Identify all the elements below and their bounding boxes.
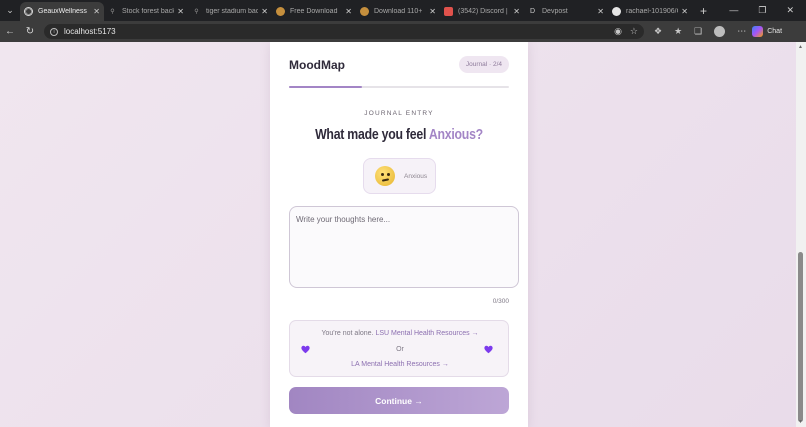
tab-free-download[interactable]: Free Download ✕ (272, 2, 356, 21)
resource-line-la: LA Mental Health Resources → (290, 361, 510, 368)
anxious-face-icon (375, 166, 395, 186)
tab-label: Stock forest backg (122, 8, 175, 15)
close-icon[interactable]: ✕ (681, 7, 688, 16)
back-icon[interactable]: ← (0, 26, 20, 37)
mood-label: Anxious (404, 172, 428, 180)
new-tab-icon[interactable]: + (700, 4, 707, 18)
tab-download-110[interactable]: Download 110+ ✕ (356, 2, 440, 21)
tab-geauxwellness[interactable]: ◯ GeauxWellness ✕ (20, 2, 104, 21)
continue-button[interactable]: Continue → (289, 387, 509, 414)
search-icon: ⚲ (110, 9, 115, 15)
url-text: localhost:5173 (64, 27, 116, 36)
extensions-icon[interactable]: ❖ (654, 26, 662, 37)
globe-icon: ◯ (24, 7, 33, 16)
discord-icon (444, 7, 453, 16)
tab-label: Download 110+ (374, 8, 423, 15)
copilot-icon (752, 26, 764, 37)
search-icon: ⚲ (194, 9, 199, 15)
page-scrollbar[interactable]: ▲ ▼ (796, 42, 806, 427)
close-icon[interactable]: ✕ (429, 7, 436, 16)
tab-discord[interactable]: (3542) Discord | @ ✕ (440, 2, 524, 21)
card-header: MoodMap Journal · 2/4 (289, 56, 509, 73)
close-icon[interactable]: ✕ (345, 7, 352, 16)
close-icon[interactable]: ✕ (177, 7, 184, 16)
close-icon[interactable]: ✕ (513, 7, 520, 16)
omnibox-actions: ◉ ☆ (614, 26, 644, 37)
tab-strip: ⌄ ◯ GeauxWellness ✕ ⚲ Stock forest backg… (0, 0, 806, 21)
tab-label: (3542) Discord | @ (458, 8, 510, 15)
cookie-icon (276, 7, 285, 16)
url-field[interactable]: i localhost:5173 ◉ ☆ (44, 24, 644, 39)
address-bar-row: ← ↻ i localhost:5173 ◉ ☆ ❖ ★ ❏ ⋯ Chat (0, 21, 806, 42)
question-prefix: What made you feel (315, 126, 429, 143)
progress-fill (289, 86, 362, 88)
restore-icon[interactable]: ❐ (758, 5, 766, 16)
selected-mood-chip: Anxious (363, 158, 436, 194)
reload-icon[interactable]: ↻ (20, 26, 40, 37)
minimize-icon[interactable]: — (729, 5, 738, 16)
tab-stock-forest[interactable]: ⚲ Stock forest backg ✕ (104, 2, 188, 21)
scroll-thumb[interactable] (798, 252, 803, 422)
step-badge: Journal · 2/4 (458, 56, 509, 73)
tab-label: GeauxWellness (38, 8, 87, 15)
profile-avatar[interactable] (714, 26, 726, 37)
tab-github[interactable]: rachael-101906/Ge ✕ (608, 2, 692, 21)
close-icon[interactable]: ✕ (93, 7, 100, 16)
tab-label: tiger stadium back (206, 8, 259, 15)
devpost-icon: D (529, 8, 536, 15)
tab-label: Devpost (542, 8, 568, 15)
tab-actions-icon[interactable]: ⌄ (0, 0, 20, 21)
tab-label: Free Download (290, 8, 338, 15)
moodmap-card: MoodMap Journal · 2/4 JOURNAL ENTRY What… (270, 42, 528, 427)
toolbar-icons: ❖ ★ ❏ ⋯ (654, 26, 746, 37)
lsu-resources-link[interactable]: LSU Mental Health Resources → (375, 330, 478, 337)
favorite-star-icon[interactable]: ☆ (630, 26, 638, 37)
window-controls: — ❐ ✕ (729, 5, 806, 16)
tab-label: rachael-101906/Ge (626, 8, 678, 15)
copilot-chat-button[interactable]: Chat (752, 26, 782, 37)
close-icon[interactable]: ✕ (261, 7, 268, 16)
chat-label: Chat (767, 28, 783, 35)
resource-line-lsu: You're not alone. LSU Mental Health Reso… (290, 330, 510, 337)
section-eyebrow: JOURNAL ENTRY (364, 110, 434, 117)
cookie-icon (360, 7, 369, 16)
window-close-icon[interactable]: ✕ (786, 5, 794, 16)
resources-box: You're not alone. LSU Mental Health Reso… (289, 320, 509, 377)
scroll-down-icon[interactable]: ▼ (798, 419, 803, 425)
resource-or: Or (396, 346, 404, 353)
question-mood-accent: Anxious? (428, 126, 483, 143)
character-counter: 0/300 (492, 298, 509, 305)
tab-tiger-stadium[interactable]: ⚲ tiger stadium back ✕ (188, 2, 272, 21)
close-icon[interactable]: ✕ (597, 7, 604, 16)
journal-textarea[interactable] (289, 206, 519, 288)
more-menu-icon[interactable]: ⋯ (737, 26, 746, 37)
brand-title: MoodMap (289, 57, 345, 72)
github-icon (612, 7, 621, 16)
progress-bar (289, 86, 509, 88)
la-resources-link[interactable]: LA Mental Health Resources → (351, 361, 449, 368)
page-viewport: MoodMap Journal · 2/4 JOURNAL ENTRY What… (0, 42, 796, 427)
question-heading: What made you feel Anxious? (293, 126, 505, 143)
collections-icon[interactable]: ❏ (694, 26, 702, 37)
tab-devpost[interactable]: D Devpost ✕ (524, 2, 608, 21)
scroll-up-icon[interactable]: ▲ (798, 44, 803, 50)
resource-intro: You're not alone. (321, 330, 376, 337)
favorites-icon[interactable]: ★ (674, 26, 682, 37)
site-info-icon[interactable]: i (50, 27, 58, 36)
tracking-prevention-icon[interactable]: ◉ (614, 26, 622, 37)
